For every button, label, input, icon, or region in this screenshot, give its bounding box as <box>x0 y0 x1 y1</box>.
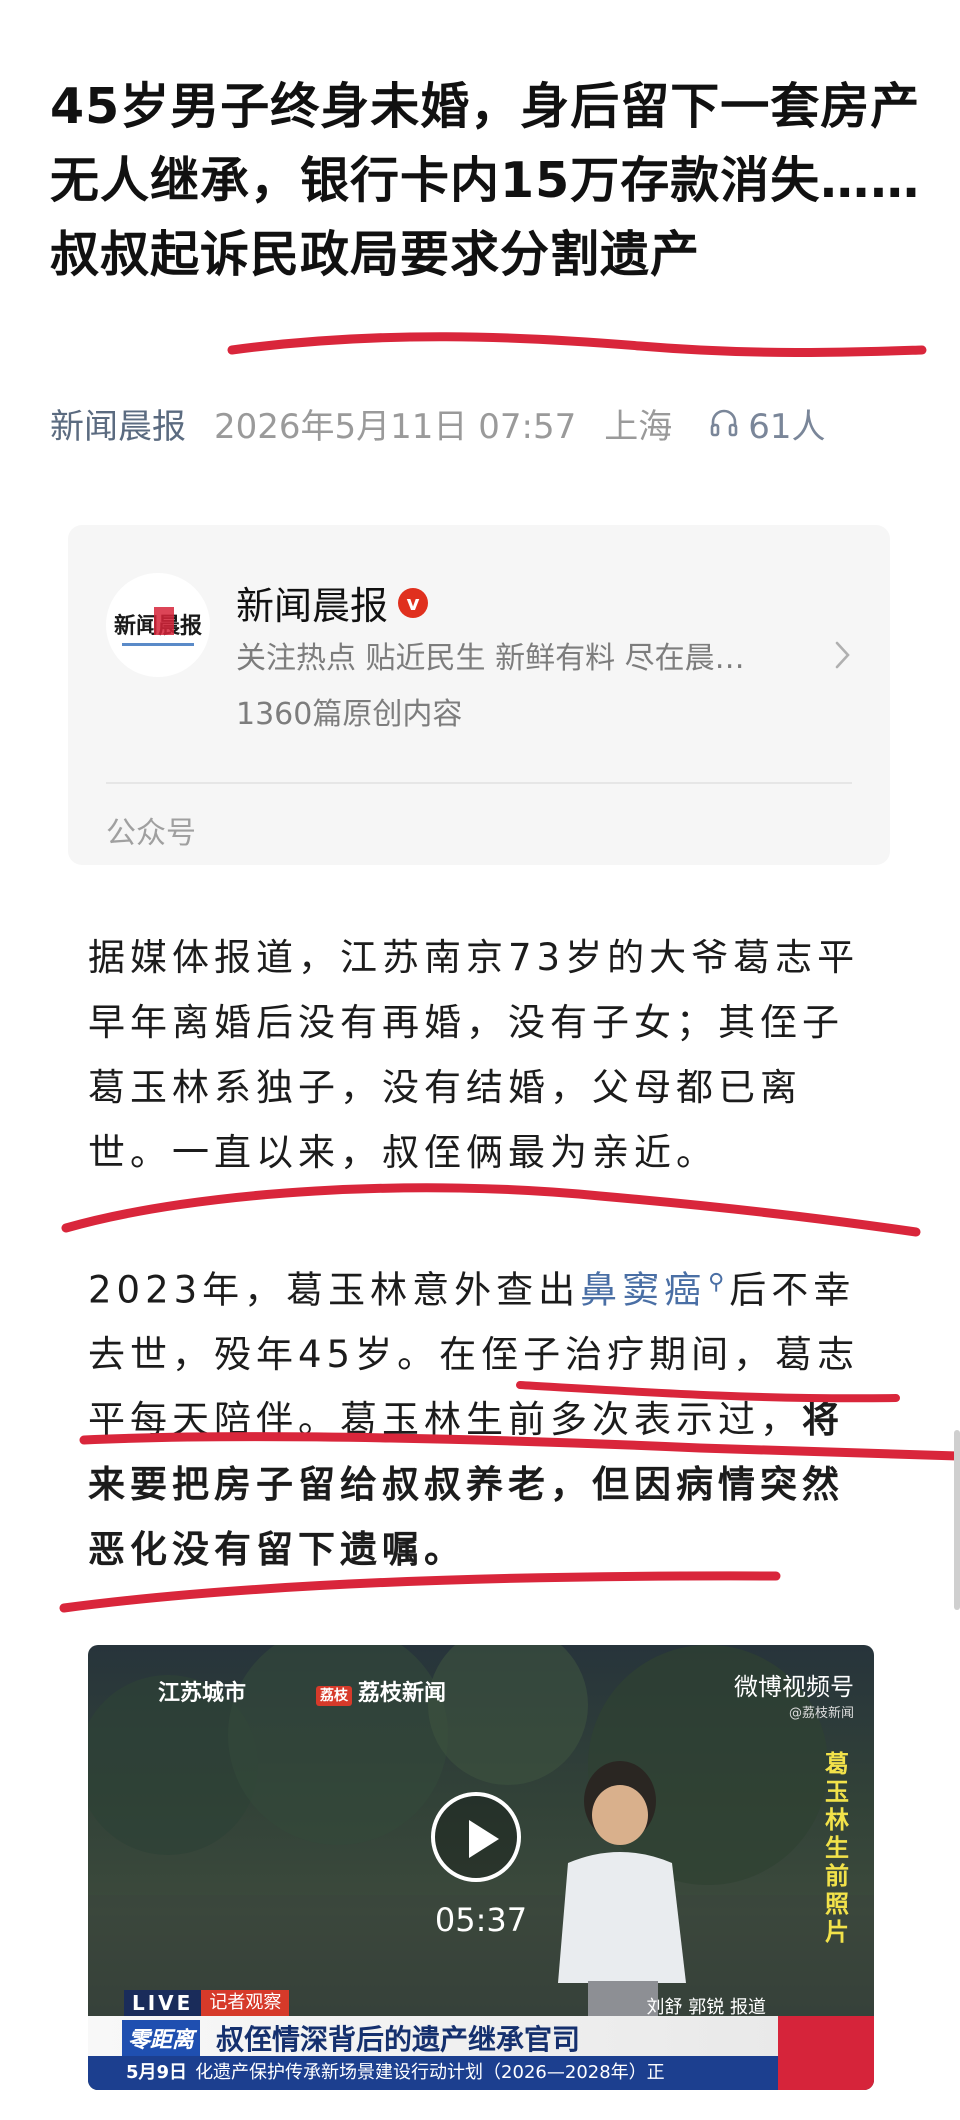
video-headline: 叔侄情深背后的遗产继承官司 <box>216 2023 581 2056</box>
headline-bar: 零距离 叔侄情深背后的遗产继承官司 <box>88 2016 778 2056</box>
scroll-indicator[interactable] <box>954 1430 960 1610</box>
account-name: 新闻晨报 <box>236 584 389 628</box>
body-paragraph-2: 2023年，葛玉林意外查出鼻窦癌⚲后不幸去世，殁年45岁。在侄子治疗期间，葛志平… <box>88 1250 878 1582</box>
body-paragraph-1: 据媒体报道，江苏南京73岁的大爷葛志平早年离婚后没有再婚，没有子女；其侄子葛玉林… <box>88 936 860 1174</box>
ticker-red-block <box>778 2016 874 2090</box>
headphones-icon <box>710 409 738 437</box>
publish-location: 上海 <box>604 406 673 447</box>
search-icon[interactable]: ⚲ <box>708 1270 729 1295</box>
keyword-link[interactable]: 鼻窦癌 <box>580 1268 706 1311</box>
verified-icon: v <box>398 587 429 618</box>
chevron-right-icon <box>835 641 850 669</box>
segment-label: 记者观察 <box>201 1990 290 2016</box>
brand-jiangsu-city: 江苏城市 <box>158 1681 247 1706</box>
person-figure <box>558 1761 686 2016</box>
listener-count: 61人 <box>748 406 826 447</box>
video-player[interactable]: 江苏城市 荔枝 荔枝新闻 微博视频号 @荔枝新闻 葛玉林生前照片 05:37 LIV… <box>88 1645 874 2090</box>
weibo-label: 微博视频号 <box>734 1673 854 1701</box>
account-description: 关注热点 贴近民生 新鲜有料 尽在晨… <box>236 641 745 676</box>
account-logo: 新闻晨报 <box>106 573 210 677</box>
article-meta: 新闻晨报 2026年5月11日 07:57 上海 61人 <box>50 398 825 448</box>
account-card[interactable]: 新闻晨报 新闻晨报 v 关注热点 贴近民生 新鲜有料 尽在晨… 1360篇原创内… <box>68 525 890 865</box>
weibo-watermark: 微博视频号 @荔枝新闻 <box>734 1667 854 1721</box>
publish-datetime: 2026年5月11日 07:57 <box>214 406 577 447</box>
live-badge: LIVE 记者观察 <box>124 1990 290 2016</box>
source-link[interactable]: 新闻晨报 <box>50 399 186 448</box>
channel-logo: 零距离 <box>122 2020 201 2056</box>
underline-title <box>227 332 927 357</box>
video-duration: 05:37 <box>434 1901 528 1939</box>
account-name-row: 新闻晨报 v <box>236 575 429 630</box>
ticker-date: 5月9日 <box>126 2062 188 2083</box>
news-ticker: 5月9日 化遗产保护传承新场景建设行动计划（2026—2028年）正 <box>88 2056 778 2090</box>
account-original-count: 1360篇原创内容 <box>236 697 463 732</box>
ticker-text: 化遗产保护传承新场景建设行动计划（2026—2028年）正 <box>195 2062 665 2083</box>
card-divider <box>106 782 852 784</box>
brand-lizhi-news-label: 荔枝新闻 <box>358 1681 447 1706</box>
live-label: LIVE <box>124 1990 202 2016</box>
weibo-sub: @荔枝新闻 <box>788 1706 854 1721</box>
paragraph-2-text-start: 2023年，葛玉林意外查出 <box>88 1268 581 1312</box>
brand-lizhi-news: 荔枝 荔枝新闻 <box>316 1675 446 1707</box>
underline-paragraph-1 <box>61 1183 921 1237</box>
account-type-label: 公众号 <box>106 816 196 851</box>
play-button[interactable] <box>431 1792 521 1882</box>
article-title: 45岁男子终身未婚，身后留下一套房产无人继承，银行卡内15万存款消失……叔叔起诉… <box>50 78 921 283</box>
brand-tag-icon: 荔枝 <box>316 1686 352 1706</box>
listen-button[interactable]: 61人 <box>708 399 825 448</box>
